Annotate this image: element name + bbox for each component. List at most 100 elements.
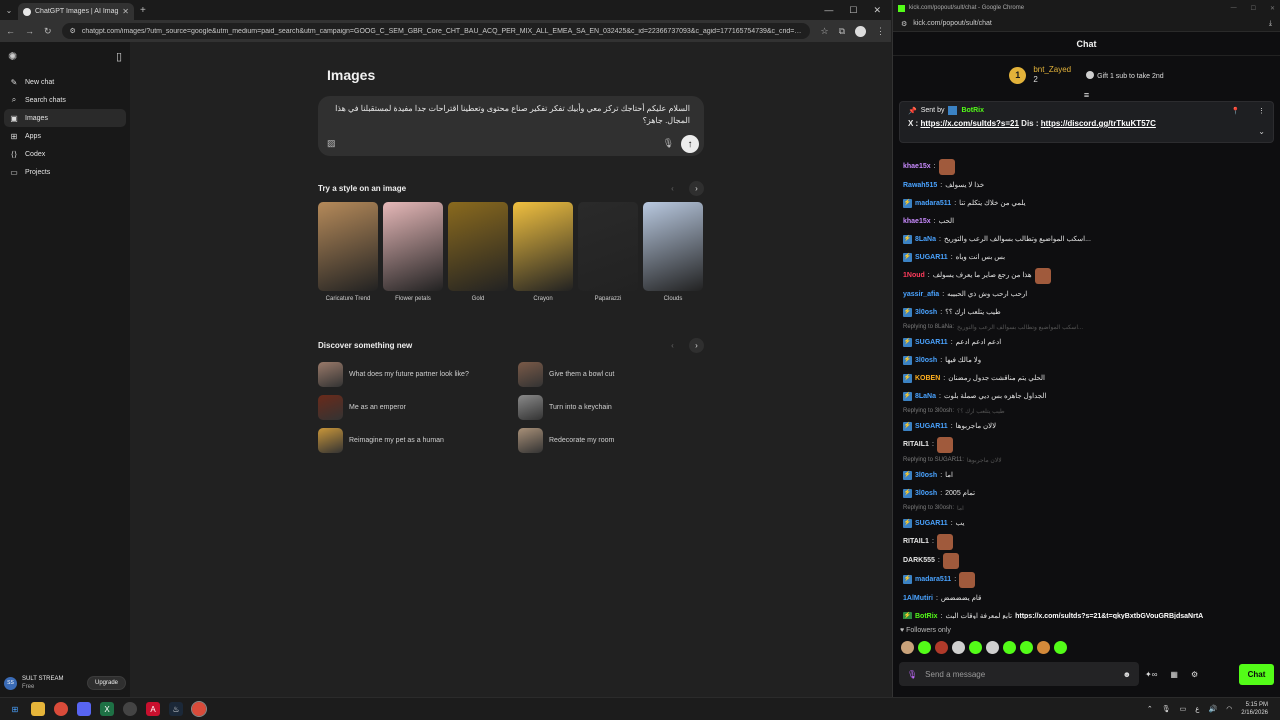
chat-username[interactable]: madara511 [915, 575, 951, 584]
style-thumbnail[interactable] [383, 202, 443, 291]
chat-username[interactable]: 3l0osh [915, 356, 937, 365]
forward-icon[interactable]: → [25, 26, 34, 36]
chat-username[interactable]: RITAIL1 [903, 440, 929, 449]
chat-username[interactable]: SUGAR11 [915, 519, 948, 528]
style-thumbnail[interactable] [513, 202, 573, 291]
emote-button[interactable] [1037, 641, 1050, 654]
styles-next-icon[interactable]: › [689, 181, 704, 196]
emote-button[interactable] [1003, 641, 1016, 654]
microphone-icon[interactable]: 🎙 [907, 670, 917, 679]
excel-icon[interactable]: X [100, 702, 114, 716]
chat-username[interactable]: khae15x [903, 162, 931, 171]
user-profile[interactable]: SS SULT STREAM Free Upgrade [4, 675, 126, 691]
reply-target[interactable]: Replying to 8LaNa: [903, 324, 954, 330]
sidebar-item-codex[interactable]: ⟨⟩ Codex [4, 145, 126, 163]
extensions-icon[interactable]: ⧉ [839, 26, 845, 37]
emote-button[interactable] [1020, 641, 1033, 654]
collapse-icon[interactable]: ≡ [893, 90, 1280, 100]
emote-button[interactable] [1054, 641, 1067, 654]
reload-icon[interactable]: ↻ [44, 26, 52, 37]
styles-prev-icon[interactable]: ‹ [665, 181, 680, 196]
sidebar-item-images[interactable]: ▣ Images [4, 109, 126, 127]
chrome-menu-icon[interactable]: ⋮ [876, 26, 885, 37]
wifi-icon[interactable]: ◠ [1226, 705, 1232, 713]
style-thumbnail[interactable] [643, 202, 703, 291]
emote-button[interactable] [952, 641, 965, 654]
chat-username[interactable]: Rawah515 [903, 181, 937, 190]
tray-expand-icon[interactable]: ⌃ [1147, 705, 1153, 713]
minimize-icon[interactable]: — [824, 5, 833, 16]
chat-username[interactable]: 3l0osh [915, 471, 937, 480]
sidebar-item-projects[interactable]: ▭ Projects [4, 163, 126, 181]
chat-username[interactable]: 8LaNa [915, 235, 936, 244]
profile-avatar[interactable] [855, 25, 866, 37]
chat-input[interactable]: 🎙 Send a message ☻ [899, 662, 1139, 686]
prompt-box[interactable]: السلام عليكم أحتاجك تركز معي وأبيك تفكر … [318, 96, 704, 156]
discover-item[interactable]: Reimagine my pet as a human [318, 428, 518, 453]
openai-logo-icon[interactable]: ✺ [8, 50, 17, 63]
style-thumbnail[interactable] [578, 202, 638, 291]
send-chat-button[interactable]: Chat [1239, 663, 1274, 685]
discover-item[interactable]: Redecorate my room [518, 428, 704, 453]
chat-username[interactable]: SUGAR11 [915, 338, 948, 347]
chat-link[interactable]: https://x.com/sultds?s=21&t=qkyBxtbGVouG… [1015, 612, 1203, 620]
gift-prompt[interactable]: Gift 1 sub to take 2nd [1086, 70, 1164, 80]
store-icon[interactable]: ▦ [1170, 670, 1178, 679]
chat-username[interactable]: BotRix [915, 612, 938, 620]
windows-start-icon[interactable]: ⊞ [8, 702, 22, 716]
tab-chatgpt-images[interactable]: ChatGPT Images | AI Image Ge ✕ [18, 3, 134, 20]
chrome-icon[interactable] [54, 702, 68, 716]
chat-username[interactable]: SUGAR11 [915, 253, 948, 262]
close-window-icon[interactable]: ✕ [1270, 5, 1275, 12]
expand-pinned-icon[interactable]: ⌄ [1258, 127, 1265, 136]
style-thumbnail[interactable] [448, 202, 508, 291]
emote-button[interactable] [901, 641, 914, 654]
tab-close-icon[interactable]: ✕ [122, 7, 129, 16]
maximize-icon[interactable]: ☐ [849, 5, 857, 16]
pinned-bot-name[interactable]: BotRix [961, 107, 984, 114]
reply-target[interactable]: Replying to 3l0osh: [903, 408, 954, 414]
emote-button[interactable] [969, 641, 982, 654]
tab-search-icon[interactable]: ⌄ [0, 0, 18, 20]
unpin-icon[interactable]: 📍 [1231, 107, 1240, 115]
steam-icon[interactable]: ♨ [169, 702, 183, 716]
toggle-sidebar-icon[interactable]: ▯ [116, 50, 122, 63]
volume-icon[interactable]: 🔊 [1208, 705, 1217, 713]
chat-username[interactable]: yassir_afia [903, 290, 939, 299]
discover-item[interactable]: Me as an emperor [318, 395, 518, 420]
style-card[interactable]: Paparazzi [578, 202, 638, 302]
chat-username[interactable]: RITAIL1 [903, 537, 929, 546]
sidebar-item-apps[interactable]: ⊞ Apps [4, 127, 126, 145]
obs-icon[interactable] [123, 702, 137, 716]
emote-button[interactable] [935, 641, 948, 654]
kick-address-bar[interactable]: ⚙ kick.com/popout/sult/chat ⤓ [893, 16, 1280, 32]
style-thumbnail[interactable] [318, 202, 378, 291]
x-link[interactable]: https://x.com/sultds?s=21 [920, 119, 1018, 128]
microphone-icon[interactable]: 🎙 [663, 138, 674, 149]
chat-username[interactable]: 1Noud [903, 271, 925, 280]
chat-username[interactable]: DARK555 [903, 556, 935, 565]
maximize-icon[interactable]: ☐ [1251, 5, 1256, 12]
style-card[interactable]: Clouds [643, 202, 703, 302]
chat-username[interactable]: SUGAR11 [915, 422, 948, 431]
discover-item[interactable]: Give them a bowl cut [518, 362, 704, 387]
minimize-icon[interactable]: — [1231, 5, 1237, 12]
discord-link[interactable]: https://discord.gg/trTkuKT57C [1041, 119, 1156, 128]
file-explorer-icon[interactable] [31, 702, 45, 716]
chat-username[interactable]: 8LaNa [915, 392, 936, 401]
site-info-icon[interactable]: ⚙ [70, 27, 76, 35]
close-window-icon[interactable]: ✕ [873, 5, 881, 16]
send-button[interactable]: ↑ [681, 135, 699, 153]
add-image-icon[interactable]: ▨ [327, 138, 336, 149]
style-card[interactable]: Flower petals [383, 202, 443, 302]
style-card[interactable]: Caricature Trend [318, 202, 378, 302]
prompt-input[interactable]: السلام عليكم أحتاجك تركز معي وأبيك تفكر … [328, 103, 690, 127]
emote-button[interactable] [986, 641, 999, 654]
discord-icon[interactable] [77, 702, 91, 716]
site-info-icon[interactable]: ⚙ [901, 20, 907, 28]
discover-item[interactable]: Turn into a keychain [518, 395, 704, 420]
upgrade-button[interactable]: Upgrade [86, 676, 126, 690]
network-icon[interactable]: ▭ [1180, 705, 1187, 713]
chat-username[interactable]: 1AlMutiri [903, 594, 933, 603]
chat-username[interactable]: khae15x [903, 217, 931, 226]
